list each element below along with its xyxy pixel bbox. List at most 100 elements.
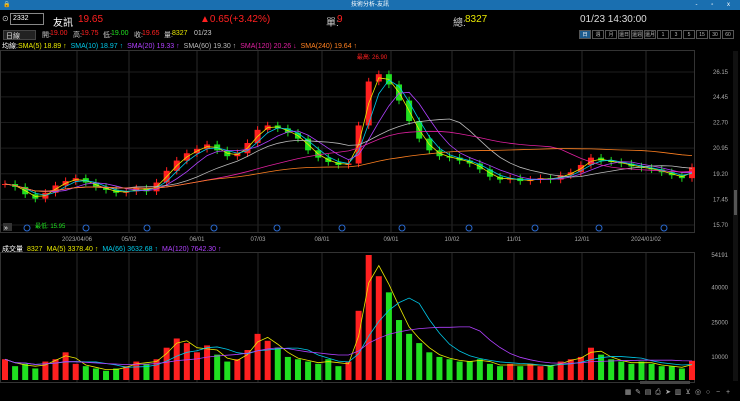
date-tick: 2023/04/06 [62,237,93,243]
scrollbar [733,51,738,381]
expand-icon: » [4,225,8,232]
volume-bar [12,366,19,380]
volume-bar [527,363,534,380]
price-chart[interactable]: 2023/04/06 05/02 06/01 07/03 08/01 09/01 10/02… [0,0,740,401]
draw-icon[interactable]: ✎ [634,389,642,397]
date-tick: 09/01 [383,237,399,243]
price-tick: 26.15 [713,70,729,76]
volume-bar [345,361,352,380]
date-tick: 06/01 [189,237,205,243]
indicator-icon[interactable]: ⊻ [684,389,692,397]
event-marker-icon [398,224,406,232]
date-tick: 10/02 [444,237,460,243]
volume-bar [507,363,514,380]
volume-bar [658,366,665,380]
price-tick: 17.45 [713,197,729,203]
volume-bar [446,359,453,380]
zoom-in-icon[interactable]: + [724,389,732,397]
volume-bar [52,359,59,380]
crosshair-icon[interactable]: ▦ [624,389,632,397]
volume-bar [315,363,322,380]
cursor-icon[interactable]: ➤ [664,389,672,397]
low-annotation: 最低: 15.95 [35,222,66,230]
volume-bar [284,356,291,380]
volume-bar [153,359,160,380]
volume-bar [305,361,312,380]
volume-bar [689,360,695,380]
event-marker-icon [273,224,281,232]
volume-bar [264,340,271,380]
eye-icon[interactable]: ◎ [694,389,702,397]
volume-bar [113,368,120,380]
volume-bar [476,359,483,380]
volume-bar [335,366,342,380]
volume-tick: 54191 [711,253,728,259]
event-marker-icon [210,224,218,232]
volume-bar [22,363,29,380]
volume-bar [537,366,544,380]
volume-bar [436,356,443,380]
date-tick: 2024/01/02 [631,237,662,243]
ma-line [4,91,693,193]
volume-bar [618,361,625,380]
layout-icon[interactable]: ▥ [674,389,682,397]
volume-bar [32,368,39,380]
volume-bar [547,366,554,380]
volume-bar [82,366,89,380]
event-marker-icon [531,224,539,232]
volume-bar [426,352,433,380]
volume-bar [274,347,281,380]
volume-bar [416,343,423,380]
volume-bar [365,255,372,380]
volume-bar [375,276,382,380]
volume-bar [2,359,8,380]
volume-bar [72,363,79,380]
volume-bar [214,354,221,380]
volume-bar [123,366,130,380]
ma-line [4,77,693,197]
volume-bar [517,366,524,380]
print-icon[interactable]: ⎙ [654,389,662,397]
event-marker-icon [23,224,31,232]
chart-toolbar: ▦ ✎ ▤ ⎙ ➤ ▥ ⊻ ◎ ○ − + [624,389,732,397]
event-marker-icon [660,224,668,232]
price-tick: 19.20 [713,172,729,178]
price-tick: 15.70 [713,223,729,229]
volume-bar [466,361,473,380]
date-tick: 08/01 [314,237,330,243]
volume-bar [224,361,231,380]
volume-bar [608,359,615,380]
volume-bar [567,359,574,380]
event-marker-icon [465,224,473,232]
volume-bar [406,333,413,380]
window-icon[interactable]: ▤ [644,389,652,397]
volume-bar [638,361,645,380]
price-frame [0,50,695,233]
price-tick: 20.95 [713,146,729,152]
volume-tick: 10000 [711,355,728,361]
volume-bar [628,363,635,380]
zoom-out-icon[interactable]: − [714,389,722,397]
volume-tick: 40000 [711,286,728,292]
price-tick: 24.45 [713,95,729,101]
volume-bar [497,366,504,380]
reset-icon[interactable]: ○ [704,389,712,397]
scrollbar-thumb [734,190,737,215]
volume-bar [163,347,170,380]
volume-bar [396,320,403,380]
price-tick: 22.70 [713,121,729,127]
event-marker-icon [595,224,603,232]
event-marker-icon [338,224,346,232]
volume-bar [486,363,493,380]
volume-bar [204,345,211,380]
h-scrollbar-thumb [640,381,690,384]
volume-bar [385,292,392,380]
event-marker-icon [143,224,151,232]
date-tick: 11/01 [507,237,522,243]
volume-bar [103,370,110,380]
volume-bar [234,359,241,380]
volume-bar [668,366,675,380]
volume-tick: 25000 [711,320,728,326]
date-tick: 12/01 [574,237,590,243]
ma-line [4,118,693,192]
